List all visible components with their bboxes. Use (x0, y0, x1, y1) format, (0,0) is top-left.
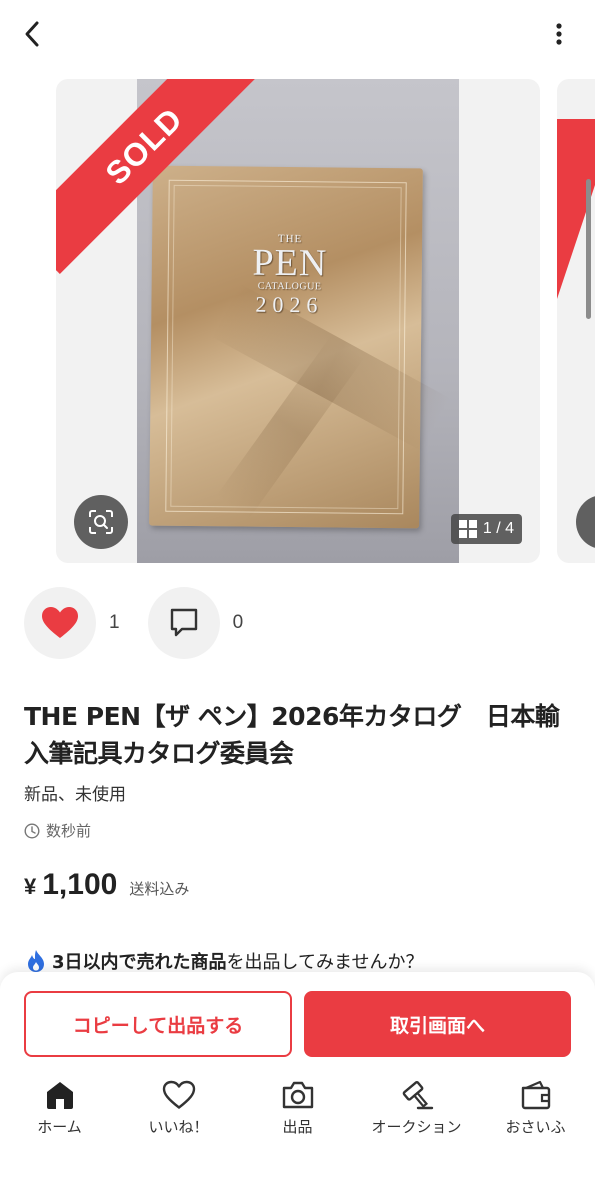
trade-screen-button[interactable]: 取引画面へ (304, 991, 571, 1057)
tab-bar: ホーム いいね！ 出品 オークション おさいふ (0, 1080, 595, 1150)
tab-wallet[interactable]: おさいふ (476, 1080, 595, 1150)
counter-text: 1 / 4 (482, 520, 514, 537)
grid-icon (458, 520, 477, 538)
next-slide-peek[interactable] (557, 79, 595, 563)
gallery-slide[interactable]: THE PEN CATALOGUE 2026 SOLD 1 / 4 (56, 79, 540, 563)
back-button[interactable] (14, 14, 50, 54)
like-count: 1 (109, 612, 120, 633)
heart-icon (42, 607, 78, 638)
tab-sell[interactable]: 出品 (238, 1080, 357, 1150)
zoom-button-peek (576, 495, 595, 549)
promo-bold: 3日以内で売れた商品 (52, 952, 227, 973)
comment-count: 0 (232, 612, 244, 633)
comment-button[interactable] (147, 587, 220, 659)
tab-label: ホーム (37, 1118, 82, 1136)
cover-title: THE PEN CATALOGUE 2026 (239, 233, 340, 318)
posted-time: 数秒前 (24, 820, 91, 841)
promo-rest: を出品してみませんか？ (226, 952, 424, 973)
item-condition: 新品、未使用 (24, 785, 126, 805)
zoom-search-icon (89, 510, 113, 534)
home-icon (46, 1082, 73, 1109)
shipping-note: 送料込み (129, 880, 190, 898)
chevron-left-icon (25, 21, 39, 47)
item-title: THE PEN【ザ ペン】2026年カタログ 日本輸入筆記具カタログ委員会 (24, 702, 560, 768)
image-counter: 1 / 4 (450, 514, 522, 544)
tab-likes[interactable]: いいね！ (119, 1080, 238, 1150)
tab-label: おさいふ (505, 1118, 566, 1136)
scroll-indicator (586, 179, 591, 319)
tab-label: いいね！ (148, 1118, 209, 1136)
gavel-icon (402, 1081, 433, 1110)
tab-label: 出品 (282, 1118, 313, 1136)
copy-listing-button[interactable]: コピーして出品する (24, 991, 292, 1057)
zoom-button[interactable] (74, 495, 128, 549)
header (0, 0, 595, 68)
camera-icon (282, 1081, 313, 1109)
bottom-panel: コピーして出品する 取引画面へ ホーム いいね！ 出品 オークション おさいふ (0, 972, 595, 1200)
cover-year: 2026 (255, 291, 324, 318)
tab-home[interactable]: ホーム (0, 1080, 119, 1150)
catalogue-cover: THE PEN CATALOGUE 2026 (149, 165, 451, 529)
wallet-icon (521, 1080, 550, 1110)
cover-pen: PEN (252, 241, 328, 285)
comment-icon (170, 608, 197, 637)
reaction-bar: 1 0 (24, 587, 271, 659)
like-button[interactable] (24, 587, 96, 659)
image-gallery[interactable]: THE PEN CATALOGUE 2026 SOLD 1 / 4 (0, 79, 595, 563)
price-symbol: ¥ (24, 874, 37, 899)
heart-outline-icon (162, 1080, 195, 1109)
product-photo: THE PEN CATALOGUE 2026 (137, 79, 459, 563)
item-detail-screen: THE PEN CATALOGUE 2026 SOLD 1 / 4 1 0 TH… (0, 0, 595, 1200)
price-value: 1,100 (42, 868, 118, 901)
tab-auction[interactable]: オークション (357, 1080, 476, 1150)
more-vertical-icon (556, 23, 562, 45)
promo-banner[interactable]: 3日以内で売れた商品を出品してみませんか？ (26, 948, 423, 974)
more-button[interactable] (547, 16, 571, 52)
clock-icon (24, 822, 40, 839)
price: ¥ 1,100 送料込み (24, 868, 189, 902)
tab-label: オークション (371, 1118, 462, 1136)
flame-icon (28, 950, 44, 972)
posted-time-text: 数秒前 (46, 822, 92, 840)
